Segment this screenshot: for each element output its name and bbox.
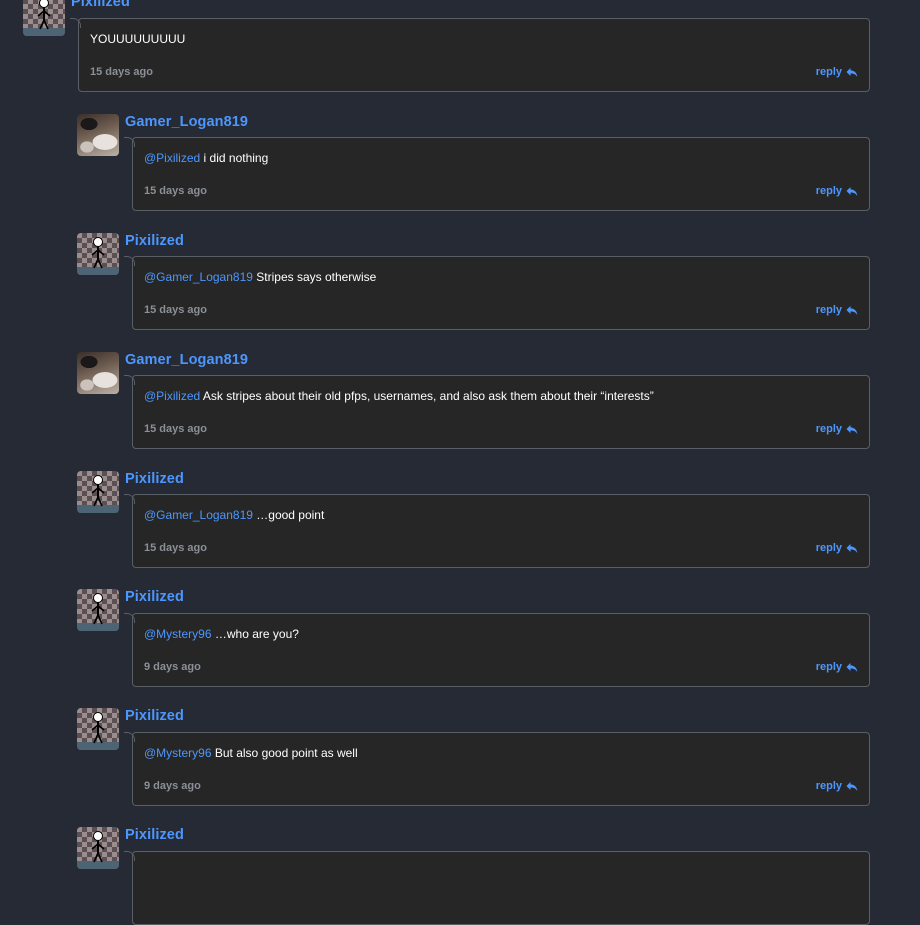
comment-text: YOUUUUUUUUU bbox=[90, 32, 186, 46]
comment-bubble: @Pixilized i did nothing 15 days ago reply bbox=[124, 137, 870, 211]
reply-arrow-icon bbox=[846, 67, 858, 78]
comment-content: @Mystery96 …who are you? bbox=[144, 627, 299, 641]
reply-button[interactable]: reply bbox=[816, 780, 858, 792]
reply-label: reply bbox=[815, 185, 842, 197]
comment-timestamp: 15 days ago bbox=[144, 304, 207, 316]
comment-text: i did nothing bbox=[203, 151, 269, 165]
username-link[interactable]: Pixilized bbox=[125, 471, 184, 487]
reply-button[interactable]: reply bbox=[816, 66, 858, 78]
avatar[interactable] bbox=[77, 233, 119, 275]
mention-link[interactable]: @Mystery96 bbox=[144, 746, 212, 760]
comment-bubble: @Mystery96 But also good point as well 9 … bbox=[124, 732, 870, 806]
comment-timestamp: 15 days ago bbox=[90, 66, 153, 78]
username-link[interactable]: Pixilized bbox=[125, 827, 184, 843]
username-link[interactable]: Pixilized bbox=[71, 0, 130, 10]
avatar[interactable] bbox=[77, 471, 119, 513]
username-link[interactable]: Gamer_Logan819 bbox=[125, 352, 248, 368]
comment-text: Ask stripes about their old pfps, userna… bbox=[202, 389, 654, 403]
reply-arrow-icon bbox=[846, 662, 858, 673]
reply-arrow-icon bbox=[846, 305, 858, 316]
username-link[interactable]: Pixilized bbox=[125, 708, 184, 724]
comment-bubble: YOUUUUUUUUU 15 days ago reply bbox=[70, 18, 870, 92]
stick-figure-icon bbox=[91, 593, 105, 625]
reply-button[interactable]: reply bbox=[816, 542, 858, 554]
comment-bubble: @Gamer_Logan819 …good point 15 days ago re… bbox=[124, 494, 870, 568]
mention-link[interactable]: @Gamer_Logan819 bbox=[144, 270, 253, 284]
comment-content: @Mystery96 But also good point as well bbox=[144, 746, 358, 760]
comment-text: …who are you? bbox=[214, 627, 299, 641]
stick-figure-icon bbox=[91, 712, 105, 744]
reply-arrow-icon bbox=[846, 543, 858, 554]
avatar[interactable] bbox=[77, 589, 119, 631]
avatar[interactable] bbox=[23, 0, 65, 36]
avatar[interactable] bbox=[77, 827, 119, 869]
comment-bubble: @Pixilized Ask stripes about their old p… bbox=[124, 375, 870, 449]
reply-button[interactable]: reply bbox=[816, 304, 858, 316]
stick-figure-icon bbox=[91, 475, 105, 507]
comment-timestamp: 15 days ago bbox=[144, 185, 207, 197]
mention-link[interactable]: @Gamer_Logan819 bbox=[144, 508, 253, 522]
username-link[interactable]: Pixilized bbox=[125, 589, 184, 605]
username-link[interactable]: Pixilized bbox=[125, 233, 184, 249]
mention-link[interactable]: @Mystery96 bbox=[144, 627, 212, 641]
reply-arrow-icon bbox=[846, 186, 858, 197]
reply-arrow-icon bbox=[846, 424, 858, 435]
reply-label: reply bbox=[815, 423, 842, 435]
mention-link[interactable]: @Pixilized bbox=[144, 151, 200, 165]
comment-content: @Gamer_Logan819 …good point bbox=[144, 508, 324, 522]
comment-timestamp: 9 days ago bbox=[144, 780, 201, 792]
mention-link[interactable]: @Pixilized bbox=[144, 389, 200, 403]
reply-label: reply bbox=[815, 66, 842, 78]
reply-label: reply bbox=[815, 661, 842, 673]
reply-label: reply bbox=[815, 304, 842, 316]
comment-timestamp: 15 days ago bbox=[144, 542, 207, 554]
stick-figure-icon bbox=[91, 831, 105, 863]
stick-figure-icon bbox=[91, 237, 105, 269]
username-link[interactable]: Gamer_Logan819 bbox=[125, 114, 248, 130]
comment-text: …good point bbox=[256, 508, 325, 522]
comment-timestamp: 15 days ago bbox=[144, 423, 207, 435]
comment-content: @Pixilized Ask stripes about their old p… bbox=[144, 389, 654, 403]
comment-content: @Gamer_Logan819 Stripes says otherwise bbox=[144, 270, 376, 284]
reply-label: reply bbox=[815, 542, 842, 554]
avatar[interactable] bbox=[77, 708, 119, 750]
comment-text: Stripes says otherwise bbox=[256, 270, 377, 284]
reply-label: reply bbox=[815, 780, 842, 792]
comment-content: @Pixilized i did nothing bbox=[144, 151, 268, 165]
comment-text: But also good point as well bbox=[214, 746, 358, 760]
reply-button[interactable]: reply bbox=[816, 661, 858, 673]
stick-figure-icon bbox=[37, 0, 51, 30]
comment-timestamp: 9 days ago bbox=[144, 661, 201, 673]
reply-arrow-icon bbox=[846, 781, 858, 792]
comment-bubble bbox=[124, 851, 870, 925]
comment-bubble: @Mystery96 …who are you? 9 days ago reply bbox=[124, 613, 870, 687]
comment-content: YOUUUUUUUUU bbox=[90, 32, 185, 46]
reply-button[interactable]: reply bbox=[816, 423, 858, 435]
avatar[interactable] bbox=[77, 352, 119, 394]
reply-button[interactable]: reply bbox=[816, 185, 858, 197]
comment-bubble: @Gamer_Logan819 Stripes says otherwise 15… bbox=[124, 256, 870, 330]
avatar[interactable] bbox=[77, 114, 119, 156]
